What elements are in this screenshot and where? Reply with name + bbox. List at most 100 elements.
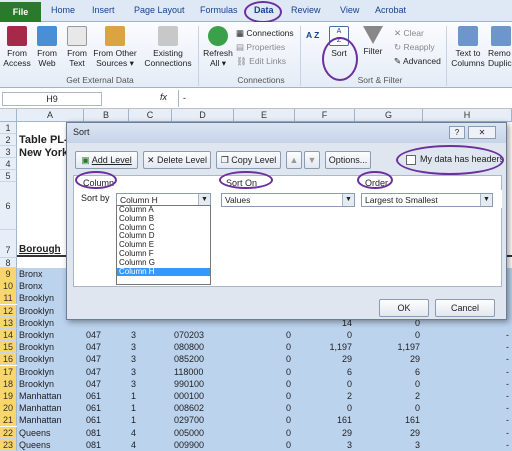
text-to-columns-button[interactable]: Text to Columns <box>450 26 486 68</box>
cell-a[interactable]: Brooklyn <box>19 330 82 340</box>
properties-button[interactable]: ▤ Properties <box>236 42 285 53</box>
cell-f[interactable]: 1,197 <box>297 342 352 352</box>
move-up-button[interactable]: ▲ <box>286 151 302 169</box>
column-header[interactable]: G <box>355 109 423 122</box>
cell-e[interactable]: 0 <box>236 379 291 389</box>
cell-d[interactable]: 005000 <box>174 428 232 438</box>
cell-c[interactable]: 4 <box>131 440 169 450</box>
reapply-button[interactable]: ↻ Reapply <box>394 42 435 53</box>
cell-h[interactable]: - <box>425 428 509 438</box>
column-header[interactable]: B <box>84 109 129 122</box>
cell-e[interactable]: 0 <box>236 428 291 438</box>
cell-c[interactable]: 3 <box>131 367 169 377</box>
copy-level-button[interactable]: ❐ Copy Level <box>216 151 281 169</box>
column-header[interactable]: C <box>129 109 172 122</box>
tab-review[interactable]: Review <box>291 5 321 15</box>
tab-file[interactable]: File <box>0 2 41 22</box>
cell-c[interactable]: 3 <box>131 330 169 340</box>
ok-button[interactable]: OK <box>379 299 429 317</box>
tab-acrobat[interactable]: Acrobat <box>375 5 406 15</box>
row-header[interactable]: 1 <box>0 122 17 134</box>
cell-b[interactable]: 061 <box>86 403 126 413</box>
cell-g[interactable]: 2 <box>357 391 420 401</box>
cell-e[interactable]: 0 <box>236 391 291 401</box>
cell-d[interactable]: 070203 <box>174 330 232 340</box>
cell-a[interactable]: Brooklyn <box>19 354 82 364</box>
row-header[interactable]: 20 <box>0 402 17 415</box>
row-header[interactable]: 16 <box>0 353 17 366</box>
close-button[interactable]: ✕ <box>468 126 496 139</box>
cell-b[interactable]: 081 <box>86 440 126 450</box>
select-all-corner[interactable] <box>0 109 17 122</box>
options-button[interactable]: Options... <box>325 151 371 169</box>
row-header[interactable]: 4 <box>0 158 17 170</box>
row-header[interactable]: 6 <box>0 182 17 230</box>
cell-b[interactable]: 047 <box>86 330 126 340</box>
cell-h[interactable]: - <box>425 342 509 352</box>
cell-f[interactable]: 0 <box>297 379 352 389</box>
cell-e[interactable]: 0 <box>236 440 291 450</box>
name-box[interactable]: H9 <box>2 92 102 106</box>
cell-c[interactable]: 3 <box>131 354 169 364</box>
column-dropdown-list[interactable]: Column A Column B Column C Column D Colu… <box>116 205 211 285</box>
cell-d[interactable]: 009900 <box>174 440 232 450</box>
cell-e[interactable]: 0 <box>236 415 291 425</box>
cell-c[interactable]: 4 <box>131 428 169 438</box>
cell-f[interactable]: 0 <box>297 403 352 413</box>
cell-g[interactable]: 0 <box>357 403 420 413</box>
cell-h[interactable]: - <box>425 330 509 340</box>
row-header[interactable]: 23 <box>0 438 17 451</box>
row-header[interactable]: 18 <box>0 377 17 390</box>
cell-h[interactable]: - <box>425 403 509 413</box>
cell-h[interactable]: - <box>425 354 509 364</box>
cell-h[interactable]: - <box>425 379 509 389</box>
row-header[interactable]: 22 <box>0 426 17 439</box>
help-button[interactable]: ? <box>449 126 465 139</box>
function-icon[interactable]: fx <box>160 92 167 102</box>
cell-c[interactable]: 3 <box>131 379 169 389</box>
refresh-all-button[interactable]: Refresh All ▾ <box>202 26 234 68</box>
cell-e[interactable]: 0 <box>236 354 291 364</box>
cell-e[interactable]: 0 <box>236 330 291 340</box>
column-header[interactable]: F <box>295 109 355 122</box>
cell-d[interactable]: 085200 <box>174 354 232 364</box>
column-header[interactable]: H <box>423 109 512 122</box>
order-select[interactable]: Largest to Smallest ▼ <box>361 193 493 207</box>
row-header[interactable]: 2 <box>0 134 17 146</box>
row-header[interactable]: 10 <box>0 280 17 293</box>
sort-az-icon[interactable]: A Z <box>306 30 319 40</box>
cell-b[interactable]: 047 <box>86 367 126 377</box>
cell-g[interactable]: 6 <box>357 367 420 377</box>
cell-g[interactable]: 1,197 <box>357 342 420 352</box>
cell-b[interactable]: 061 <box>86 415 126 425</box>
tab-formulas[interactable]: Formulas <box>200 5 238 15</box>
cell-b[interactable]: 047 <box>86 379 126 389</box>
row-header[interactable]: 5 <box>0 170 17 182</box>
cell-g[interactable]: 3 <box>357 440 420 450</box>
row-header[interactable]: 19 <box>0 390 17 402</box>
cell-f[interactable]: 29 <box>297 428 352 438</box>
connections-button[interactable]: ▦ Connections <box>236 28 294 39</box>
cell-a[interactable]: Queens <box>19 428 82 438</box>
row-header[interactable]: 8 <box>0 258 17 268</box>
cell-a[interactable]: Brooklyn <box>19 367 82 377</box>
column-header[interactable]: E <box>234 109 295 122</box>
row-header[interactable]: 17 <box>0 365 17 378</box>
sort-on-select[interactable]: Values ▼ <box>221 193 355 207</box>
column-header[interactable]: A <box>17 109 84 122</box>
row-header[interactable]: 14 <box>0 329 17 341</box>
cell-g[interactable]: 161 <box>357 415 420 425</box>
tab-home[interactable]: Home <box>51 5 75 15</box>
row-header[interactable]: 11 <box>0 292 17 305</box>
add-level-button[interactable]: ▣ Add Level <box>75 151 138 169</box>
dropdown-option-selected[interactable]: Column H <box>117 267 210 277</box>
cell-a[interactable]: Brooklyn <box>19 379 82 389</box>
cell-c[interactable]: 1 <box>131 403 169 413</box>
cell-g[interactable]: 29 <box>357 354 420 364</box>
cell-c[interactable]: 1 <box>131 415 169 425</box>
clear-button[interactable]: ✕ Clear <box>394 28 424 39</box>
cell-h[interactable]: - <box>425 415 509 425</box>
row-header[interactable]: 3 <box>0 146 17 158</box>
cell-f[interactable]: 0 <box>297 330 352 340</box>
row-header[interactable]: 7 <box>0 230 17 258</box>
